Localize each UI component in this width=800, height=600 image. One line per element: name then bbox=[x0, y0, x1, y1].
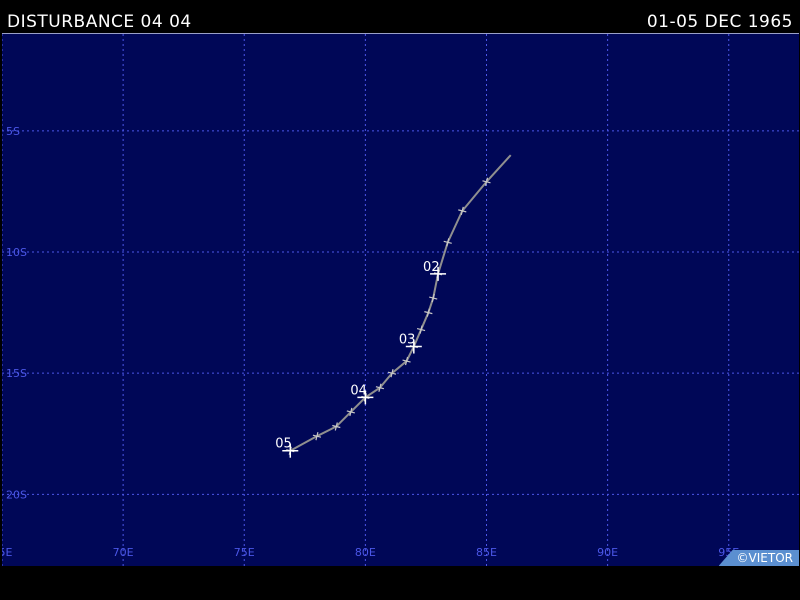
day-marker-label: 02 bbox=[423, 260, 440, 275]
storm-title: DISTURBANCE 04 04 bbox=[7, 12, 192, 32]
lat-tick-label: 10S bbox=[6, 246, 27, 259]
storm-track-line bbox=[289, 154, 512, 452]
storm-track-layer: 02 03 04 05 bbox=[275, 154, 512, 458]
lon-tick-label: 65E bbox=[2, 546, 13, 559]
track-position-marker bbox=[416, 325, 426, 334]
day-marker-label: 03 bbox=[399, 333, 416, 348]
date-range: 01-05 DEC 1965 bbox=[646, 12, 793, 32]
day-marker-label: 04 bbox=[350, 383, 367, 398]
lat-tick-label: 5S bbox=[6, 125, 20, 138]
lat-tick-label: 15S bbox=[6, 367, 27, 380]
lon-tick-label: 75E bbox=[234, 546, 255, 559]
lon-tick-label: 90E bbox=[597, 546, 618, 559]
lon-tick-label: 70E bbox=[113, 546, 134, 559]
track-map: 65E70E75E80E85E90E95E5S10S15S20S 0203040… bbox=[2, 33, 799, 566]
grid-layer bbox=[2, 34, 799, 566]
lon-tick-label: 85E bbox=[476, 546, 497, 559]
lat-tick-label: 20S bbox=[6, 488, 27, 501]
map-canvas: 65E70E75E80E85E90E95E5S10S15S20S 0203040… bbox=[2, 34, 799, 566]
day-marker-label: 05 bbox=[275, 437, 292, 452]
lon-tick-label: 80E bbox=[355, 546, 376, 559]
credit-badge: ©VIETOR bbox=[718, 550, 799, 566]
track-position-marker bbox=[312, 432, 322, 441]
